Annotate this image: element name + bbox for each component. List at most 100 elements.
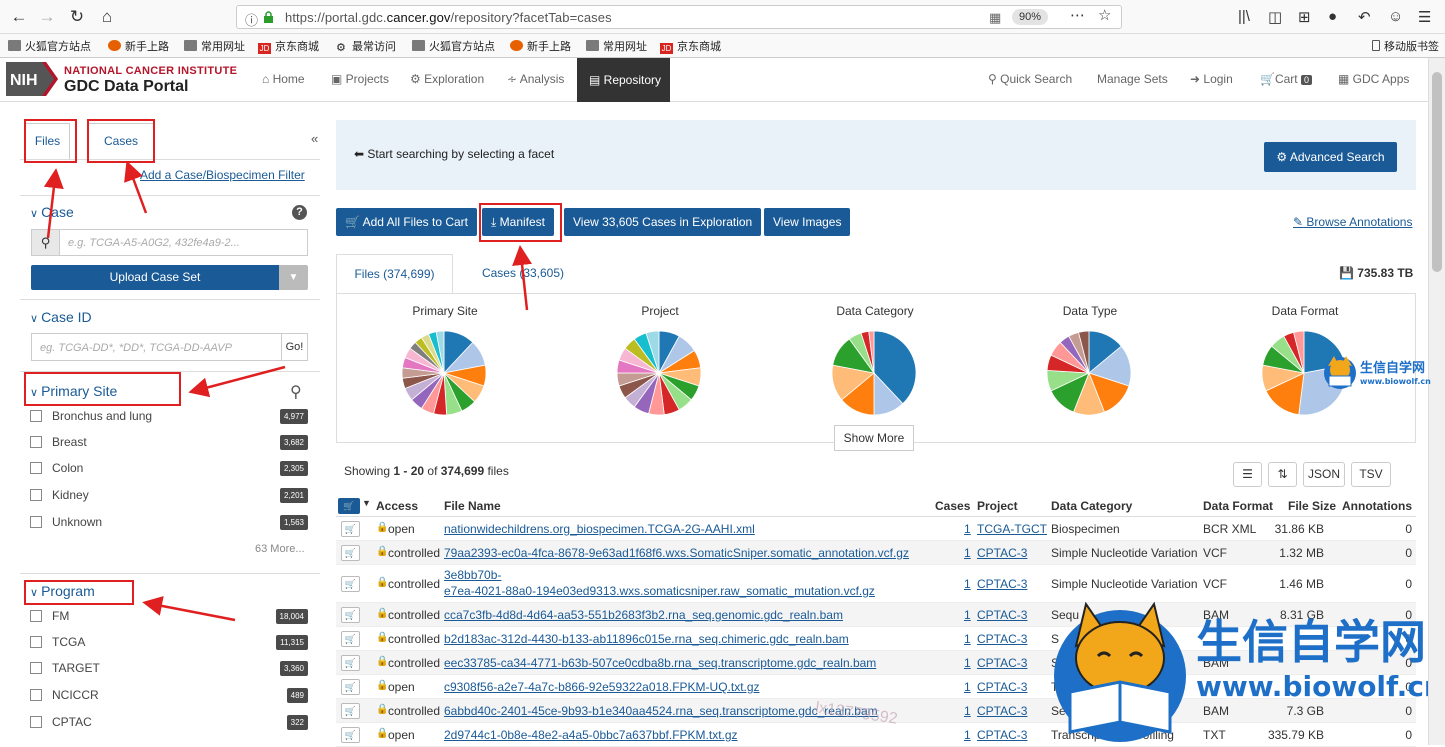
cases-link[interactable]: 1 <box>964 704 971 718</box>
nav-cart[interactable]: 🛒Cart 0 <box>1260 72 1312 86</box>
forward-icon[interactable]: → <box>36 6 58 28</box>
project-link[interactable]: CPTAC-3 <box>977 704 1027 718</box>
checkbox[interactable] <box>30 410 42 422</box>
facet-item[interactable]: TARGET 3,360 <box>30 658 310 680</box>
facet-program-title[interactable]: ∨ Program <box>30 583 95 599</box>
col-cases[interactable]: Cases <box>935 499 970 513</box>
checkbox[interactable] <box>30 610 42 622</box>
add-to-cart-icon[interactable]: 🛒 <box>341 655 360 671</box>
pie-project[interactable] <box>614 328 704 418</box>
caret-down-icon[interactable]: ▼ <box>279 265 308 290</box>
nav-manage-sets[interactable]: Manage Sets <box>1097 72 1168 86</box>
checkbox[interactable] <box>30 689 42 701</box>
project-link[interactable]: CPTAC-3 <box>977 546 1027 560</box>
facet-item[interactable]: Kidney 2,201 <box>30 485 310 507</box>
facet-item[interactable]: CPTAC 322 <box>30 712 310 734</box>
view-cases-button[interactable]: View 33,605 Cases in Exploration <box>564 208 762 236</box>
bookmark-item[interactable]: 新手上路 <box>108 38 169 54</box>
add-to-cart-icon[interactable]: 🛒 <box>341 727 360 743</box>
facet-primary-site-title[interactable]: ∨ Primary Site <box>30 383 117 399</box>
facet-item[interactable]: Bronchus and lung 4,977 <box>30 406 310 428</box>
facet-item[interactable]: TCGA 11,315 <box>30 632 310 654</box>
checkbox[interactable] <box>30 516 42 528</box>
more-icon[interactable]: ⋯ <box>1070 6 1085 24</box>
facet-item[interactable]: FM 18,004 <box>30 606 310 628</box>
project-link[interactable]: CPTAC-3 <box>977 680 1027 694</box>
library-icon[interactable]: ||\ <box>1238 8 1250 25</box>
file-name-link[interactable]: cca7c3fb-4d8d-4d64-aa53-551b2683f3b2.rna… <box>444 608 843 622</box>
cases-link[interactable]: 1 <box>964 656 971 670</box>
facet-item[interactable]: Unknown 1,563 <box>30 512 310 534</box>
bookmark-item[interactable]: JD 京东商城 <box>660 38 721 54</box>
menu-icon[interactable]: ☰ <box>1418 8 1431 26</box>
nav-login[interactable]: ➜ Login <box>1190 72 1233 86</box>
tab-cases[interactable]: Cases <box>88 123 154 160</box>
bookmark-item[interactable]: 常用网址 <box>586 38 647 54</box>
pie-data-category[interactable] <box>829 328 919 418</box>
col-data-category[interactable]: Data Category <box>1051 499 1132 513</box>
reload-icon[interactable]: ↻ <box>66 6 88 28</box>
upload-case-set-button[interactable]: Upload Case Set <box>31 265 279 290</box>
manifest-button[interactable]: ⤓ Manifest <box>482 208 555 236</box>
file-name-link[interactable]: 79aa2393-ec0a-4fca-8678-9e63ad1f68f6.wxs… <box>444 546 909 560</box>
sort-icon[interactable]: ⇅ <box>1268 462 1297 487</box>
add-to-cart-icon[interactable]: 🛒 <box>341 576 360 592</box>
file-name-link[interactable]: 3e8bb70b- <box>444 568 501 582</box>
facet-case-title[interactable]: ∨ Case <box>30 204 74 220</box>
add-to-cart-icon[interactable]: 🛒 <box>341 631 360 647</box>
project-link[interactable]: CPTAC-3 <box>977 632 1027 646</box>
back-icon[interactable]: ← <box>8 6 30 28</box>
cases-link[interactable]: 1 <box>964 577 971 591</box>
scrollbar-thumb[interactable] <box>1432 72 1442 272</box>
view-images-button[interactable]: View Images <box>764 208 851 236</box>
tab-files-main[interactable]: Files (374,699) <box>336 254 453 294</box>
bookmark-item[interactable]: 火狐官方站点 <box>412 38 495 54</box>
tab-files[interactable]: Files <box>25 123 70 160</box>
bookmark-item[interactable]: 火狐官方站点 <box>8 38 91 54</box>
nav-home[interactable]: ⌂ Home <box>262 72 305 86</box>
checkbox[interactable] <box>30 716 42 728</box>
pie-data-type[interactable] <box>1044 328 1134 418</box>
more-sites-link[interactable]: 63 More... <box>255 543 305 555</box>
bookmark-item[interactable]: ⚙ 最常访问 <box>336 38 396 54</box>
cases-link[interactable]: 1 <box>964 680 971 694</box>
json-button[interactable]: JSON <box>1303 462 1345 487</box>
cart-select-icon[interactable]: 🛒 <box>338 498 360 514</box>
qr-icon[interactable]: ▦ <box>989 10 1001 26</box>
cases-link[interactable]: 1 <box>964 608 971 622</box>
bookmark-item[interactable]: 新手上路 <box>510 38 571 54</box>
checkbox[interactable] <box>30 636 42 648</box>
tab-cases-main[interactable]: Cases (33,605) <box>473 254 573 294</box>
undo-icon[interactable]: ↶ <box>1358 8 1371 26</box>
col-project[interactable]: Project <box>977 499 1018 513</box>
project-link[interactable]: CPTAC-3 <box>977 728 1027 742</box>
project-link[interactable]: CPTAC-3 <box>977 608 1027 622</box>
nav-quick-search[interactable]: ⚲ Quick Search <box>988 72 1072 86</box>
add-case-filter-link[interactable]: Add a Case/Biospecimen Filter <box>140 168 305 182</box>
page-scrollbar[interactable] <box>1428 58 1445 745</box>
sidebar-icon[interactable]: ◫ <box>1268 8 1282 26</box>
file-name-link[interactable]: b2d183ac-312d-4430-b133-ab11896c015e.rna… <box>444 632 849 646</box>
cases-link[interactable]: 1 <box>964 546 971 560</box>
col-data-format[interactable]: Data Format <box>1203 499 1273 513</box>
case-id-input[interactable]: eg. TCGA-DD*, *DD*, TCGA-DD-AAVP <box>31 333 282 361</box>
facet-item[interactable]: Breast 3,682 <box>30 432 310 454</box>
file-name-link[interactable]: 6abbd40c-2401-45ce-9b93-b1e340aa4524.rna… <box>444 704 878 718</box>
file-name-link[interactable]: eec33785-ca34-4771-b63b-507ce0cdba8b.rna… <box>444 656 876 670</box>
info-icon[interactable]: ⓘ <box>245 10 258 29</box>
crop-icon[interactable]: ⊞ <box>1298 8 1311 26</box>
address-bar[interactable]: ⓘ https://portal.gdc.cancer.gov/reposito… <box>236 5 1122 29</box>
project-link[interactable]: CPTAC-3 <box>977 577 1027 591</box>
cases-link[interactable]: 1 <box>964 522 971 536</box>
bookmark-item[interactable]: JD 京东商城 <box>258 38 319 54</box>
mobile-bookmarks[interactable]: 移动版书签 <box>1372 38 1439 54</box>
nih-logo[interactable]: NIH <box>6 62 58 96</box>
case-search-input[interactable]: e.g. TCGA-A5-A0G2, 432fe4a9-2... <box>60 229 308 256</box>
go-button[interactable]: Go! <box>282 333 308 361</box>
add-to-cart-icon[interactable]: 🛒 <box>341 521 360 537</box>
checkbox[interactable] <box>30 489 42 501</box>
bookmark-item[interactable]: 常用网址 <box>184 38 245 54</box>
caret-down-icon[interactable]: ▼ <box>362 498 371 508</box>
add-all-files-button[interactable]: 🛒 Add All Files to Cart <box>336 208 477 236</box>
add-to-cart-icon[interactable]: 🛒 <box>341 703 360 719</box>
